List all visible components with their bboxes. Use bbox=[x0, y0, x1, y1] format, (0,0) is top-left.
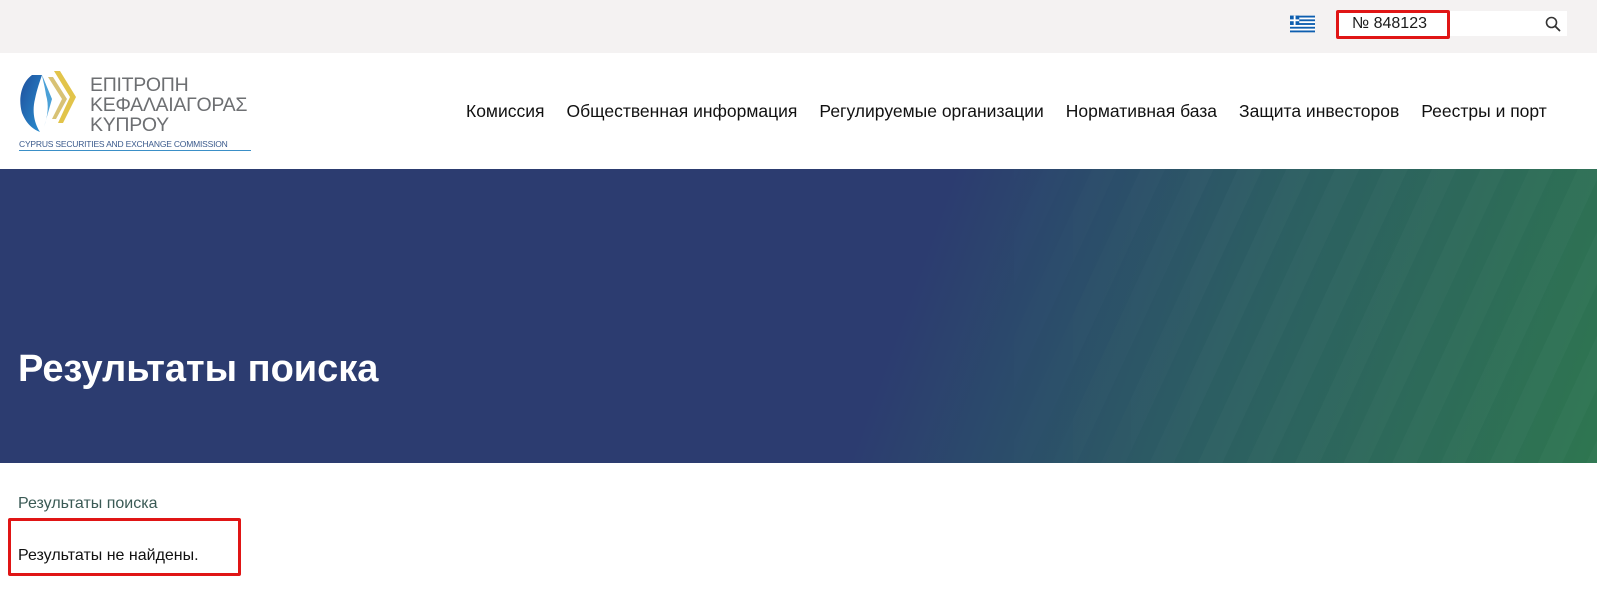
nav-item-investor-protection[interactable]: Защита инвесторов bbox=[1239, 101, 1399, 122]
logo-line-3: ΚΥΠΡΟΥ bbox=[90, 114, 169, 136]
search-input[interactable] bbox=[1337, 11, 1537, 36]
hero-banner: Результаты поиска bbox=[0, 169, 1597, 463]
logo-chevrons-icon bbox=[20, 71, 76, 132]
nav-item-public-information[interactable]: Общественная информация bbox=[567, 101, 798, 122]
magnifier-icon[interactable] bbox=[1545, 16, 1561, 32]
nav-item-registers[interactable]: Реестры и порт bbox=[1421, 101, 1547, 122]
nav-item-regulated-entities[interactable]: Регулируемые организации bbox=[819, 101, 1043, 122]
no-results-message: Результаты не найдены. bbox=[18, 547, 199, 564]
logo-subtitle: CYPRUS SECURITIES AND EXCHANGE COMMISSIO… bbox=[19, 139, 251, 151]
cysec-logo[interactable]: ΕΠΙΤΡΟΠΗ ΚΕΦΑΛΑΙΑΓΟΡΑΣ ΚΥΠΡΟΥ CYPRUS SEC… bbox=[18, 69, 253, 155]
nav-item-legal-framework[interactable]: Нормативная база bbox=[1066, 101, 1217, 122]
main-navigation: Комиссия Общественная информация Регулируе… bbox=[466, 101, 1569, 122]
top-utility-bar bbox=[0, 0, 1597, 53]
greek-flag-icon[interactable] bbox=[1290, 15, 1315, 33]
search-box bbox=[1337, 11, 1567, 36]
logo-line-2: ΚΕΦΑΛΑΙΑΓΟΡΑΣ bbox=[90, 94, 248, 116]
site-header: ΕΠΙΤΡΟΠΗ ΚΕΦΑΛΑΙΑΓΟΡΑΣ ΚΥΠΡΟΥ CYPRUS SEC… bbox=[0, 53, 1597, 169]
logo-text: ΕΠΙΤΡΟΠΗ ΚΕΦΑΛΑΙΑΓΟΡΑΣ ΚΥΠΡΟΥ bbox=[90, 75, 260, 135]
page-title: Результаты поиска bbox=[18, 348, 379, 390]
breadcrumb[interactable]: Результаты поиска bbox=[18, 495, 157, 513]
hero-pattern bbox=[0, 169, 1597, 463]
logo-line-1: ΕΠΙΤΡΟΠΗ bbox=[90, 74, 189, 96]
nav-item-commission[interactable]: Комиссия bbox=[466, 101, 545, 122]
